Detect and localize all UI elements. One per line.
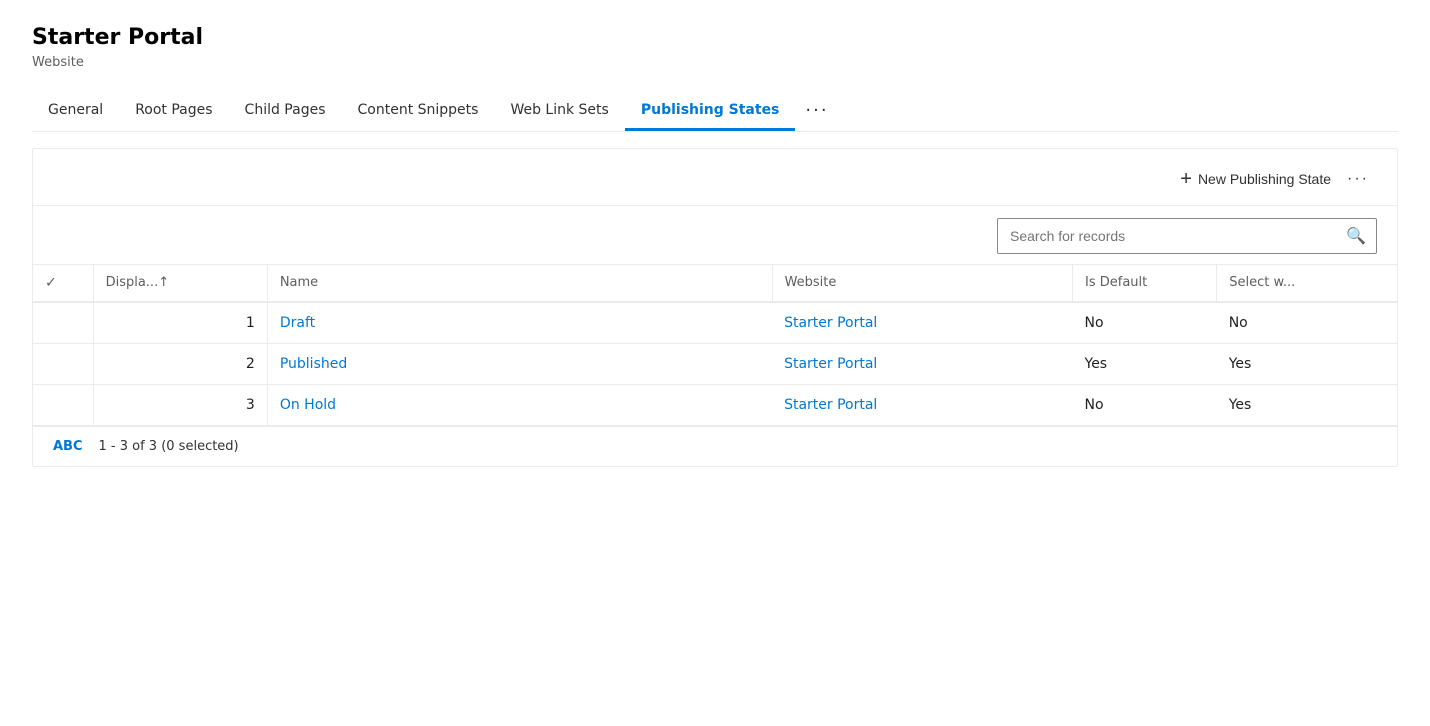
tab-more-button[interactable]: ···: [795, 90, 838, 131]
cell-select-w-2: Yes: [1217, 384, 1397, 425]
search-icon: 🔍: [1346, 228, 1366, 245]
tab-general[interactable]: General: [32, 92, 119, 131]
search-box: 🔍: [997, 218, 1377, 254]
table-row: 1 Draft Starter Portal No No: [33, 302, 1397, 344]
record-name-link-1[interactable]: Published: [280, 356, 347, 372]
tab-web-link-sets[interactable]: Web Link Sets: [494, 92, 624, 131]
cell-is-default-0: No: [1073, 302, 1217, 344]
tab-content-snippets[interactable]: Content Snippets: [342, 92, 495, 131]
footer-alpha: ABC: [53, 439, 83, 454]
tab-publishing-states[interactable]: Publishing States: [625, 92, 796, 131]
publishing-states-card: + New Publishing State ··· 🔍 ✓ Displa...…: [32, 148, 1398, 467]
page-title: Starter Portal: [32, 24, 1398, 53]
cell-website-1: Starter Portal: [772, 343, 1072, 384]
record-name-link-2[interactable]: On Hold: [280, 397, 336, 413]
cell-check-2[interactable]: [33, 384, 93, 425]
cell-num-0: 1: [93, 302, 267, 344]
col-header-is-default[interactable]: Is Default: [1073, 264, 1217, 302]
card-footer: ABC 1 - 3 of 3 (0 selected): [33, 426, 1397, 466]
footer-count: 1 - 3 of 3 (0 selected): [99, 439, 239, 454]
table-row: 2 Published Starter Portal Yes Yes: [33, 343, 1397, 384]
record-name-link-0[interactable]: Draft: [280, 315, 315, 331]
cell-is-default-1: Yes: [1073, 343, 1217, 384]
record-website-link-2[interactable]: Starter Portal: [784, 397, 877, 413]
col-header-select-w[interactable]: Select w...: [1217, 264, 1397, 302]
cell-is-default-2: No: [1073, 384, 1217, 425]
search-row: 🔍: [33, 206, 1397, 264]
toolbar-more-button[interactable]: ···: [1339, 164, 1377, 194]
cell-check-1[interactable]: [33, 343, 93, 384]
table-row: 3 On Hold Starter Portal No Yes: [33, 384, 1397, 425]
card-toolbar: + New Publishing State ···: [33, 149, 1397, 206]
cell-website-0: Starter Portal: [772, 302, 1072, 344]
cell-num-1: 2: [93, 343, 267, 384]
tab-child-pages[interactable]: Child Pages: [229, 92, 342, 131]
tab-bar: General Root Pages Child Pages Content S…: [32, 90, 1398, 132]
col-header-website[interactable]: Website: [772, 264, 1072, 302]
plus-icon: +: [1180, 169, 1192, 189]
col-header-name[interactable]: Name: [267, 264, 772, 302]
record-website-link-1[interactable]: Starter Portal: [784, 356, 877, 372]
cell-name-2: On Hold: [267, 384, 772, 425]
cell-select-w-0: No: [1217, 302, 1397, 344]
cell-select-w-1: Yes: [1217, 343, 1397, 384]
cell-name-1: Published: [267, 343, 772, 384]
records-table: ✓ Displa...↑ Name Website Is Default Sel…: [33, 264, 1397, 426]
new-publishing-state-button[interactable]: + New Publishing State: [1172, 163, 1339, 195]
cell-website-2: Starter Portal: [772, 384, 1072, 425]
cell-name-0: Draft: [267, 302, 772, 344]
search-input[interactable]: [998, 221, 1336, 251]
tab-root-pages[interactable]: Root Pages: [119, 92, 228, 131]
new-publishing-state-label: New Publishing State: [1198, 171, 1331, 187]
cell-num-2: 3: [93, 384, 267, 425]
check-all-icon[interactable]: ✓: [45, 275, 57, 291]
page-subtitle: Website: [32, 55, 1398, 70]
cell-check-0[interactable]: [33, 302, 93, 344]
col-header-display[interactable]: Displa...↑: [93, 264, 267, 302]
col-header-check: ✓: [33, 264, 93, 302]
record-website-link-0[interactable]: Starter Portal: [784, 315, 877, 331]
search-icon-button[interactable]: 🔍: [1336, 219, 1376, 253]
